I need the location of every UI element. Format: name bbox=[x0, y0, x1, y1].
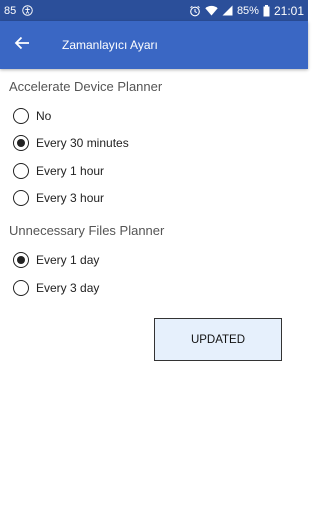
accessibility-icon bbox=[22, 5, 33, 16]
accelerate-section-header: Accelerate Device Planner bbox=[9, 79, 163, 94]
radio-label: Every 30 minutes bbox=[36, 136, 129, 150]
radio-dot bbox=[17, 256, 25, 264]
radio-dot bbox=[17, 139, 25, 147]
radio-button[interactable] bbox=[13, 108, 29, 124]
radio-option-no[interactable]: No bbox=[13, 108, 51, 124]
radio-option-every-3-day[interactable]: Every 3 day bbox=[13, 280, 99, 296]
alarm-icon bbox=[189, 5, 201, 17]
updated-button[interactable]: UPDATED bbox=[154, 318, 282, 361]
radio-label: Every 1 hour bbox=[36, 164, 105, 178]
signal-icon bbox=[222, 5, 233, 16]
radio-button-selected[interactable] bbox=[13, 252, 29, 268]
status-bar: 85 85% 21:01 bbox=[0, 0, 308, 21]
back-button[interactable] bbox=[0, 21, 44, 69]
radio-label: Every 3 day bbox=[36, 281, 100, 295]
wifi-icon bbox=[205, 5, 218, 16]
radio-label: Every 1 day bbox=[36, 253, 100, 267]
files-section-header: Unnecessary Files Planner bbox=[9, 223, 165, 238]
radio-option-every-3-hour[interactable]: Every 3 hour bbox=[13, 190, 104, 206]
battery-percent: 85% bbox=[236, 4, 259, 17]
app-bar: Zamanlayıcı Ayarı bbox=[0, 21, 308, 69]
notification-count: 85 bbox=[4, 4, 17, 17]
radio-label: Every 3 hour bbox=[36, 191, 105, 205]
clock: 21:01 bbox=[273, 3, 304, 18]
radio-button[interactable] bbox=[13, 163, 29, 179]
radio-button-selected[interactable] bbox=[13, 135, 29, 151]
radio-button[interactable] bbox=[13, 190, 29, 206]
radio-option-every-1-hour[interactable]: Every 1 hour bbox=[13, 163, 104, 179]
radio-option-every-1-day[interactable]: Every 1 day bbox=[13, 252, 99, 268]
back-arrow-icon bbox=[14, 36, 30, 55]
radio-label: No bbox=[36, 109, 52, 123]
radio-button[interactable] bbox=[13, 280, 29, 296]
page-title: Zamanlayıcı Ayarı bbox=[62, 38, 158, 52]
radio-option-every-30-minutes[interactable]: Every 30 minutes bbox=[13, 135, 129, 151]
battery-icon bbox=[263, 4, 270, 17]
